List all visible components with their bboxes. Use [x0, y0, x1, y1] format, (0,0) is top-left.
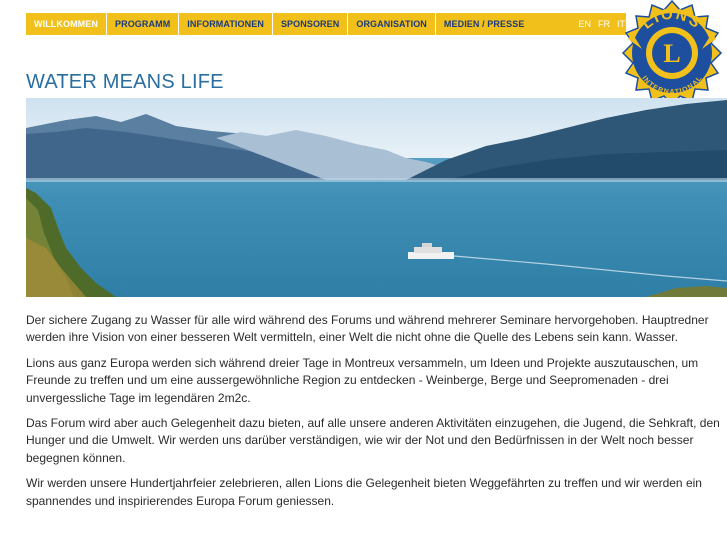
paragraph-3: Das Forum wird aber auch Gelegenheit daz… — [26, 416, 720, 465]
paragraph-4: Wir werden unsere Hundertjahrfeier zeleb… — [26, 476, 702, 508]
lions-international-logo[interactable]: LIONS INTERNATIONAL L — [618, 0, 726, 106]
page-title: WATER MEANS LIFE — [26, 71, 224, 93]
nav-item-informationen[interactable]: INFORMATIONEN — [179, 13, 273, 35]
paragraph-1: Der sichere Zugang zu Wasser für alle wi… — [26, 313, 709, 345]
main-content: Der sichere Zugang zu Wasser für alle wi… — [26, 312, 726, 518]
nav-item-organisation[interactable]: ORGANISATION — [348, 13, 436, 35]
paragraph-2: Lions aus ganz Europa werden sich währen… — [26, 355, 699, 405]
nav-item-sponsoren[interactable]: SPONSOREN — [273, 13, 349, 35]
language-fr-link[interactable]: FR — [598, 19, 610, 29]
language-en-link[interactable]: EN — [578, 19, 591, 29]
nav-item-medien-presse[interactable]: MEDIEN / PRESSE — [436, 13, 533, 35]
logo-letter: L — [663, 39, 680, 68]
nav-item-programm[interactable]: PROGRAMM — [107, 13, 180, 35]
main-nav: WILLKOMMEN PROGRAMM INFORMATIONEN SPONSO… — [26, 13, 626, 35]
nav-item-willkommen[interactable]: WILLKOMMEN — [26, 13, 107, 35]
hero-image-lake — [26, 98, 727, 297]
